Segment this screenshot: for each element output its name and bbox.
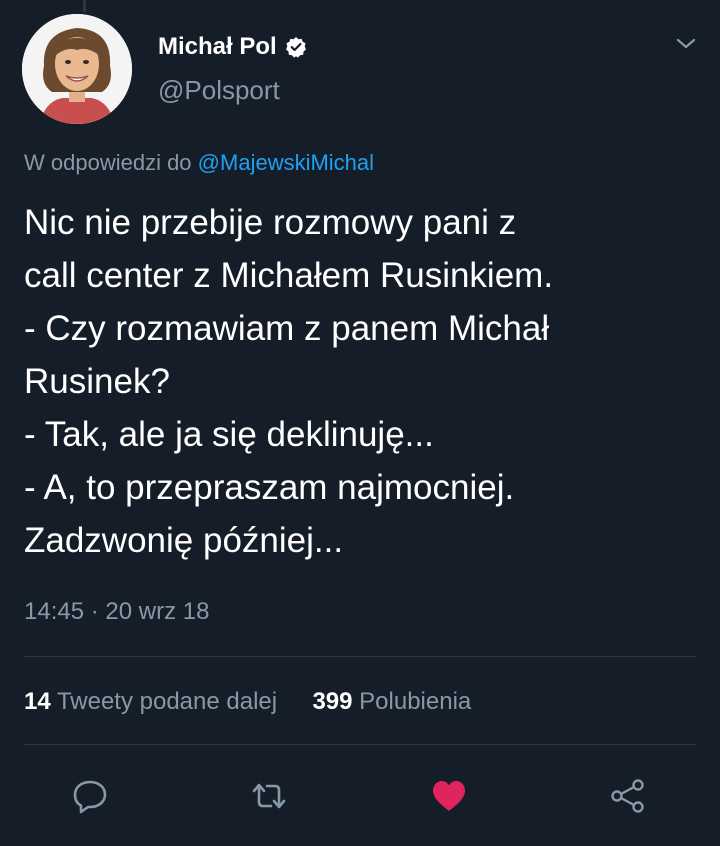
chevron-down-icon[interactable] xyxy=(674,36,698,52)
reply-button[interactable] xyxy=(68,774,112,818)
tweet-text-line: call center z Michałem Rusinkiem. xyxy=(24,256,554,295)
likes-count[interactable]: 399 xyxy=(312,688,352,715)
reply-icon xyxy=(73,780,107,814)
tweet-text-line: - Tak, ale ja się deklinuję... xyxy=(24,415,434,454)
share-icon xyxy=(611,779,644,813)
avatar[interactable] xyxy=(22,14,132,124)
retweets-label[interactable]: Tweety podane dalej xyxy=(57,688,277,715)
engagement-stats: 14 Tweety podane dalej 399 Polubienia xyxy=(24,688,471,716)
reply-prefix: W odpowiedzi do xyxy=(24,150,192,175)
verified-badge-icon xyxy=(285,36,307,58)
thread-connector-line xyxy=(83,0,86,12)
avatar-image xyxy=(22,14,132,124)
tweet-timestamp[interactable]: 14:45 · 20 wrz 18 xyxy=(24,598,209,626)
retweets-count[interactable]: 14 xyxy=(24,688,51,715)
retweet-button[interactable] xyxy=(247,774,291,818)
share-button[interactable] xyxy=(606,774,650,818)
tweet-text-line: Zadzwonię później... xyxy=(24,521,344,560)
like-button[interactable] xyxy=(427,774,471,818)
tweet-text-line: - A, to przepraszam najmocniej. xyxy=(24,468,515,507)
likes-label[interactable]: Polubienia xyxy=(359,688,471,715)
author-name-row[interactable]: Michał Pol xyxy=(158,33,307,61)
tweet-text-line: Rusinek? xyxy=(24,362,170,401)
author-display-name[interactable]: Michał Pol xyxy=(158,33,277,61)
reply-context: W odpowiedzi do @MajewskiMichal xyxy=(24,150,374,176)
author-handle[interactable]: @Polsport xyxy=(158,75,280,106)
divider xyxy=(24,656,696,657)
divider xyxy=(24,744,696,745)
heart-icon xyxy=(433,781,465,811)
reply-mention-link[interactable]: @MajewskiMichal xyxy=(198,150,374,175)
retweet-icon xyxy=(252,783,286,809)
tweet-text-line: Nic nie przebije rozmowy pani z xyxy=(24,203,517,242)
tweet-text-line: - Czy rozmawiam z panem Michał xyxy=(24,309,550,348)
tweet-text: Nic nie przebije rozmowy pani z call cen… xyxy=(24,196,704,567)
